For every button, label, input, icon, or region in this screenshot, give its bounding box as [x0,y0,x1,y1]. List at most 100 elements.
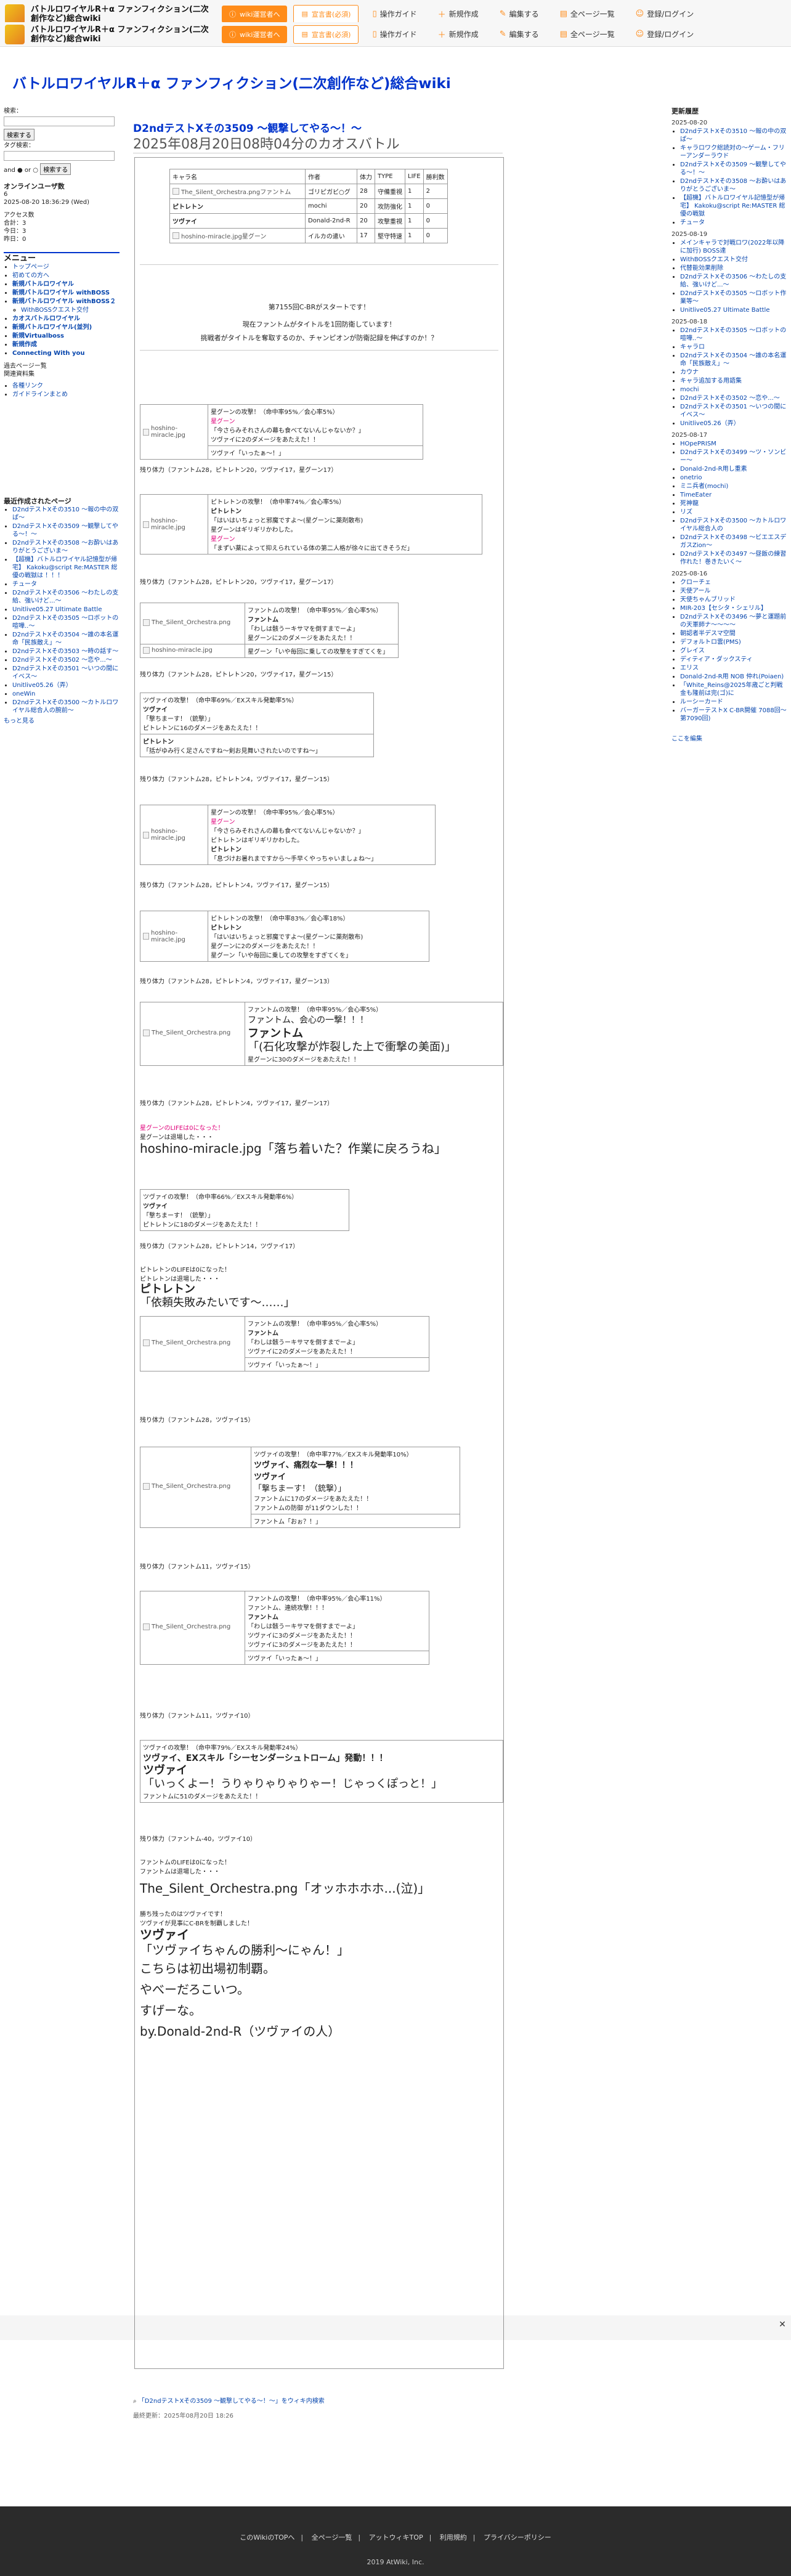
tag-search-input[interactable] [4,151,115,161]
edit-button[interactable]: ✎ 編集する [492,5,546,23]
recent-item[interactable]: D2ndテストXその3510 〜報の中の双ぱ〜 [12,506,118,521]
menu-item[interactable]: 新規バトルロワイヤル(並列) [12,324,92,331]
wiki-info-button[interactable]: ⓘ wiki運営者へ [222,5,288,23]
update-item[interactable]: D2ndテストXその3498 〜ビエエスデガスZion〜 [680,534,786,549]
update-item[interactable]: キャラロ [680,344,705,351]
search-in-wiki-link[interactable]: 「D2ndテストXその3509 〜観撃してやる〜！〜」をウィキ内検索 [139,2398,325,2405]
recent-item[interactable]: D2ndテストXその3502 〜恋や...〜 [12,657,112,664]
update-item[interactable]: D2ndテストXその3510 〜報の中の双ぱ〜 [680,128,786,143]
wiki-logo-icon[interactable] [5,4,25,24]
menu-item[interactable]: 新規作成 [12,341,37,348]
recent-item[interactable]: Unitlive05.27 Ultimate Battle [12,606,102,613]
update-item[interactable]: D2ndテストXその3505 〜ロボット作業等〜 [680,290,786,305]
update-item[interactable]: チュータ [680,219,705,226]
update-item[interactable]: キャラ追加する用語集 [680,378,742,384]
site-name[interactable]: バトルロワイヤルR＋α ファンフィクション(二次創作など)総合wiki [31,25,216,44]
update-item[interactable]: ルーシーカード [680,699,723,705]
update-item[interactable]: 天使アール [680,588,710,595]
update-item[interactable]: D2ndテストXその3508 〜お酔いはありがとうございま〜 [680,178,786,193]
recent-item[interactable]: oneWin [12,691,35,697]
login-button[interactable]: ☺ 登録/ログイン [628,25,702,43]
menu-item[interactable]: Connecting With you [12,350,84,357]
wiki-info-button[interactable]: ⓘ wiki運営者へ [222,25,288,43]
menu-item[interactable]: 新規バトルロワイヤル withBOSS２ [12,298,116,305]
update-item[interactable]: 【超機】バトルロワイヤル記憶型が帰宅】 Kakoku@script Re:MAS… [680,195,785,217]
tag-search-button[interactable]: 検索する [40,163,71,175]
update-item[interactable]: Unitlive05.26（弄） [680,420,740,427]
site-name[interactable]: バトルロワイヤルR＋α ファンフィクション(二次創作など)総合wiki [31,5,216,23]
update-item[interactable]: エリス [680,665,699,672]
update-item[interactable]: D2ndテストXその3497 〜昼飯の練習作れた！巻きたいく〜 [680,551,786,566]
update-item[interactable]: MIR-203【セシタ・シェリル】 [680,605,767,612]
update-item[interactable]: 天使ちゃんブリッド [680,596,736,603]
recent-item[interactable]: D2ndテストXその3506 〜わたしの支給、強いけど...〜 [12,590,118,604]
update-item[interactable]: クローチェ [680,579,711,586]
footer-link[interactable]: このWikiのTOPへ [240,2533,294,2541]
update-item[interactable]: リズ [680,509,692,516]
recent-item[interactable]: D2ndテストXその3505 〜ロボットの喧嘩..〜 [12,615,118,630]
update-item[interactable]: D2ndテストXその3501 〜いつの間にイベス〜 [680,404,786,418]
menu-item[interactable]: カオスバトルロワイヤル [12,315,80,322]
recent-item[interactable]: D2ndテストXその3501 〜いつの間にイベス〜 [12,665,118,680]
submenu-item[interactable]: 過去ページー覧 [4,362,120,370]
update-item[interactable]: 朝認者半デスマ空間 [680,630,736,637]
update-item[interactable]: D2ndテストXその3506 〜わたしの支給、強いけど...〜 [680,274,786,288]
update-item[interactable]: TimeEater [680,492,712,498]
update-item[interactable]: 「White_Reins@2025年歳ごと判戦金も隆前は完(ゴ)に [680,682,783,697]
recent-item[interactable]: D2ndテストXその3503 〜時の話す〜 [12,648,118,655]
footer-link[interactable]: プライバシーポリシー [484,2533,551,2541]
update-item[interactable]: D2ndテストXその3502 〜恋や...〜 [680,395,780,402]
submenu-item[interactable]: 関連資料集 [4,370,120,378]
recent-item[interactable]: D2ndテストXその3508 〜お酔いはありがとうございま〜 [12,540,118,555]
recent-item[interactable]: D2ndテストXその3500 〜カトルロワイヤル総合人の腕前〜 [12,699,118,714]
all-pages-button[interactable]: ▤ 全ページ一覧 [553,5,622,23]
update-item[interactable]: Donald-2nd-R用 NOB 仲れ(Poiaen) [680,673,784,680]
update-item[interactable]: Donald-2nd-R用し重素 [680,466,747,473]
update-item[interactable]: カウナ [680,369,699,376]
menu-item[interactable]: トップページ [12,264,49,270]
guide-button[interactable]: ▯ 操作ガイド [365,25,424,43]
update-item[interactable]: キャラロワク総読対の〜ゲーム・フリーアンダーラウド [680,145,785,160]
recent-item[interactable]: D2ndテストXその3504 〜誰の本名運命「民族敵え」〜 [12,632,118,646]
update-item[interactable]: デフォルトロ雲(PMS) [680,639,741,646]
guide-button[interactable]: ▯ 操作ガイド [365,5,424,23]
recent-item[interactable]: 【超機】バトルロワイヤル記憶型が帰宅】 Kakoku@script Re:MAS… [12,556,118,579]
login-button[interactable]: ☺ 登録/ログイン [628,5,702,23]
and-or-radio[interactable]: and ● or ○ [4,167,38,174]
declaration-button[interactable]: ▤ 宣言書(必須) [293,4,359,23]
update-item[interactable]: バーガーテストX C-BR開催 7088回〜第7090回) [680,707,787,722]
all-pages-button[interactable]: ▤ 全ページ一覧 [553,25,622,43]
declaration-button[interactable]: ▤ 宣言書(必須) [293,25,359,44]
search-button[interactable]: 検索する [4,129,34,140]
update-item[interactable]: ディティア・ダックスティ [680,656,753,663]
update-item[interactable]: メインキャラで対戦ロワ(2022年以降に加行) BOSS達 [680,240,784,254]
update-item[interactable]: 死神龍 [680,500,699,507]
menu-item[interactable]: 新規バトルロワイヤル [12,281,74,288]
update-item[interactable]: D2ndテストXその3504 〜誰の本名運命「民族敵え」〜 [680,352,786,367]
close-icon[interactable]: ✕ [777,2320,787,2330]
menu-item[interactable]: 新規Virtualboss [12,333,64,339]
recent-item[interactable]: D2ndテストXその3509 〜観撃してやる〜！〜 [12,523,118,538]
update-item[interactable]: D2ndテストXその3509 〜観撃してやる〜！〜 [680,161,786,176]
update-item[interactable]: D2ndテストXその3496 〜夢と運題前の天軍師ナ〜〜〜〜 [680,614,786,628]
update-item[interactable]: 代替能効果削除 [680,265,723,272]
new-page-button[interactable]: ＋新規作成 [431,4,486,23]
footer-link[interactable]: 全ページ一覧 [312,2533,352,2541]
menu-item[interactable]: 初めての方へ [12,272,49,279]
edit-button[interactable]: ✎ 編集する [492,25,546,43]
footer-link[interactable]: アットウィキTOP [369,2533,423,2541]
wiki-logo-icon[interactable] [5,24,25,44]
search-input[interactable] [4,116,115,126]
wiki-title[interactable]: バトルロワイヤルR＋α ファンフィクション(二次創作など)総合wiki [12,71,451,92]
update-item[interactable]: WithBOSSクエスト交付 [680,256,748,263]
more-link[interactable]: もっと見る [4,718,34,725]
menu-item[interactable]: 新規バトルロワイヤル withBOSS [12,290,110,296]
update-item[interactable]: D2ndテストXその3500 〜カトルロワイヤル総合人の [680,518,786,532]
update-item[interactable]: mochi [680,386,699,393]
update-item[interactable]: Unitlive05.27 Ultimate Battle [680,307,769,314]
update-item[interactable]: HOpePRISM [680,441,716,447]
link-item[interactable]: ガイドラインまとめ [12,391,68,398]
link-item[interactable]: 各種リンク [12,383,43,389]
update-item[interactable]: D2ndテストXその3505 〜ロボットの喧嘩..〜 [680,327,786,342]
update-item[interactable]: ミニ兵者(mochi) [680,483,728,490]
